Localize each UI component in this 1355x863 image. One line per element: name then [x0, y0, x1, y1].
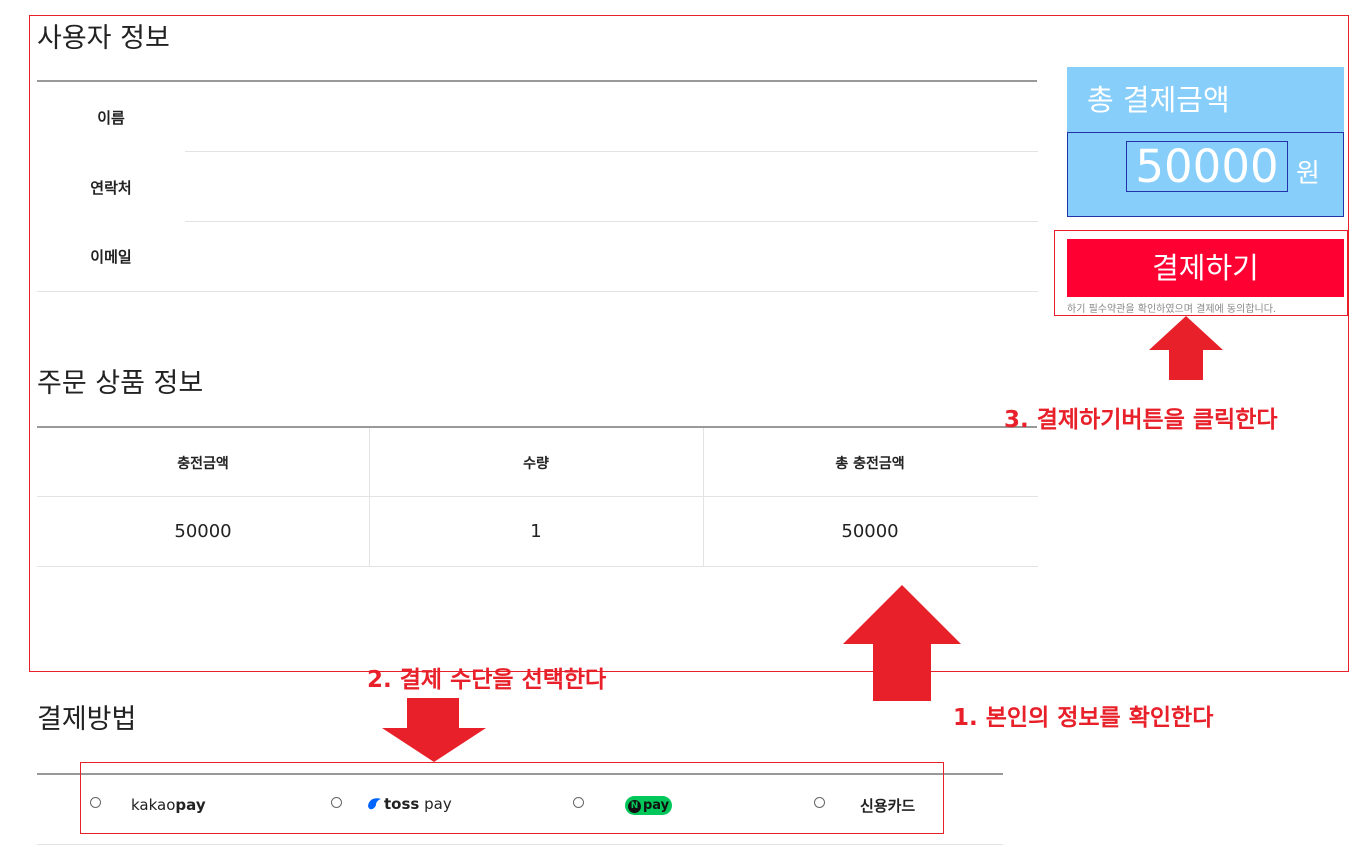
kakaopay-logo-text-a: kakao: [131, 796, 176, 814]
cell-quantity: 1: [530, 521, 542, 542]
tosspay-logo-icon: toss pay: [366, 795, 452, 813]
kakaopay-logo-icon: kakaopay: [131, 796, 206, 814]
row-divider: [185, 151, 1038, 152]
total-summary-title: 총 결제금액: [1087, 83, 1230, 117]
arrow-up-icon: [1149, 316, 1223, 380]
pay-agreement-text: 하기 필수약관을 확인하였으며 결제에 동의합니다.: [1067, 304, 1277, 315]
order-info-title: 주문 상품 정보: [37, 368, 204, 399]
row-divider: [185, 221, 1038, 222]
row-divider: [37, 291, 1038, 292]
name-label: 이름: [97, 109, 125, 127]
user-info-title: 사용자 정보: [37, 23, 170, 54]
tosspay-logo-text-a: toss: [384, 795, 420, 813]
naverpay-logo-text: pay: [643, 798, 670, 813]
column-header-quantity: 수량: [523, 456, 549, 472]
credit-card-label: 신용카드: [860, 797, 916, 815]
table-header-divider: [37, 496, 1038, 497]
cell-total-charge: 50000: [841, 521, 899, 542]
naverpay-n-badge: N: [628, 800, 641, 813]
payment-method-bottom-divider: [37, 844, 1003, 845]
email-label: 이메일: [90, 248, 132, 266]
total-amount-unit: 원: [1296, 159, 1320, 189]
cell-charge-amount: 50000: [174, 521, 232, 542]
step1-annotation: 1. 본인의 정보를 확인한다: [953, 705, 1214, 731]
step3-annotation: 3. 결제하기버튼을 클릭한다: [1004, 407, 1278, 433]
column-divider: [703, 428, 704, 566]
column-header-total-charge: 총 충전금액: [835, 456, 905, 472]
column-header-charge-amount: 충전금액: [177, 456, 229, 472]
credit-card-radio[interactable]: [814, 797, 825, 808]
tosspay-logo-text-b: pay: [424, 795, 452, 813]
kakaopay-radio[interactable]: [90, 797, 101, 808]
naverpay-logo-icon: Npay: [625, 796, 672, 815]
arrow-up-icon: [843, 585, 961, 701]
user-info-divider: [37, 80, 1037, 82]
kakaopay-logo-text-b: pay: [175, 796, 206, 814]
arrow-down-icon: [382, 698, 486, 762]
column-divider: [369, 428, 370, 566]
table-row-divider: [37, 566, 1038, 567]
payment-method-title: 결제방법: [37, 704, 137, 735]
naverpay-radio[interactable]: [573, 797, 584, 808]
order-info-divider: [37, 426, 1037, 428]
step2-annotation: 2. 결제 수단을 선택한다: [367, 667, 607, 693]
total-amount-value: 50000: [1126, 141, 1288, 192]
tosspay-radio[interactable]: [331, 797, 342, 808]
pay-button[interactable]: 결제하기: [1067, 239, 1344, 297]
contact-label: 연락처: [90, 179, 132, 197]
toss-symbol-icon: [368, 798, 381, 810]
